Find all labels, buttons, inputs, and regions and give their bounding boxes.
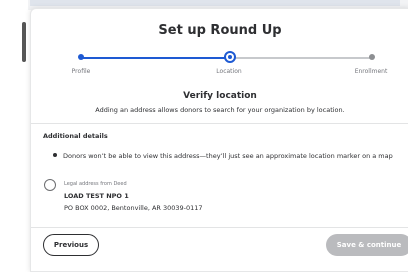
address-org-name: LOAD TEST NPO 1	[64, 192, 129, 200]
privacy-note-text: Donors won’t be able to view this addres…	[63, 152, 393, 160]
step-dot-location	[224, 51, 236, 63]
modal-title: Set up Round Up	[158, 23, 282, 38]
footer-divider	[31, 227, 408, 228]
address-radio[interactable]	[44, 179, 56, 191]
step-dot-enrollment	[369, 54, 375, 60]
previous-button[interactable]: Previous	[43, 234, 99, 256]
background-accent-bar	[22, 22, 26, 62]
step-dot-profile	[78, 54, 84, 60]
step-label-location: Location	[216, 68, 242, 75]
address-source-label: Legal address from Deed	[64, 181, 127, 187]
bullet-icon	[53, 153, 57, 157]
additional-details-heading: Additional details	[43, 132, 108, 140]
stepper-track-complete	[81, 57, 229, 59]
section-subtitle: Adding an address allows donors to searc…	[95, 106, 345, 114]
progress-stepper: Profile Location Enrollment	[31, 51, 408, 81]
background-strip	[30, 0, 400, 6]
step-label-enrollment: Enrollment	[354, 68, 388, 75]
privacy-note: Donors won’t be able to view this addres…	[53, 152, 393, 160]
address-line: PO BOX 0002, Bentonville, AR 30039-0117	[64, 204, 203, 212]
step-label-profile: Profile	[71, 68, 91, 75]
divider	[31, 123, 408, 124]
round-up-setup-modal: Set up Round Up Profile Location Enrollm…	[30, 8, 408, 272]
stepper-track-upcoming	[231, 57, 371, 59]
section-title: Verify location	[183, 91, 257, 101]
save-continue-button[interactable]: Save & continue	[326, 234, 408, 256]
